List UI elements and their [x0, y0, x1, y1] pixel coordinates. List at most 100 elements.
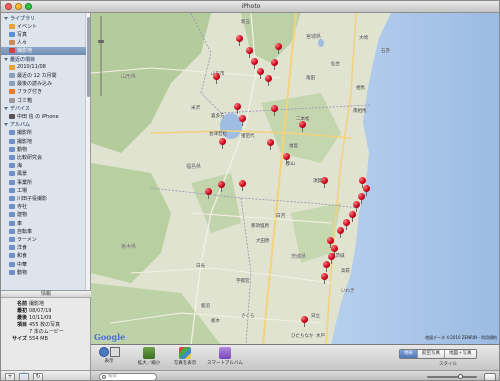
disclosure-triangle-icon[interactable] — [4, 16, 8, 20]
photo-location-pin[interactable] — [321, 273, 328, 284]
recent-item[interactable]: 最近の 12 カ月間 — [1, 71, 86, 79]
map-zoom-control[interactable] — [98, 16, 104, 96]
photo-location-pin[interactable] — [213, 73, 220, 84]
disclosure-triangle-icon[interactable] — [4, 123, 8, 127]
info-panel: 情報 名前 撮影地 最初 08/07/19 最後 10/11/09 項目 455 枚の写真 7 … — [1, 290, 91, 370]
album-item[interactable]: 撮影所 — [1, 129, 86, 137]
recent-item[interactable]: 最後の読み込み — [1, 80, 86, 88]
recent-item[interactable]: フラグ付き — [1, 88, 86, 96]
library-header[interactable]: ライブラリ — [1, 14, 86, 22]
photo-location-pin[interactable] — [301, 316, 308, 327]
photo-location-pin[interactable] — [343, 219, 350, 230]
album-item[interactable]: 寺社 — [1, 203, 86, 211]
photo-location-pin[interactable] — [218, 181, 225, 192]
album-icon — [9, 138, 15, 144]
photo-location-pin[interactable] — [275, 43, 282, 54]
zoom-button[interactable]: 拡大／縮小 — [131, 347, 167, 366]
album-item[interactable]: 風景 — [1, 170, 86, 178]
photo-size-slider[interactable] — [427, 374, 477, 379]
disclosure-triangle-icon[interactable] — [4, 57, 8, 61]
info-row: 最後 10/11/09 — [1, 315, 91, 321]
albums-header[interactable]: アルバム — [1, 121, 86, 129]
album-item[interactable]: 比較研究会 — [1, 153, 86, 161]
city-label: 水戸 — [316, 334, 325, 339]
show-photos-button[interactable]: 写真を表示 — [169, 347, 201, 366]
album-item[interactable]: 自転車 — [1, 227, 86, 235]
map-copyright[interactable]: 地図データ ©2010 ZENRIN - 利用規約 — [425, 335, 497, 341]
album-label: 動物 — [17, 146, 28, 153]
zoom-knob[interactable] — [98, 40, 104, 43]
album-item[interactable]: 海 — [1, 162, 86, 170]
photo-location-pin[interactable] — [321, 177, 328, 188]
city-label: 那須塩原 — [251, 224, 269, 229]
map-terrain — [91, 13, 499, 344]
recent-label: 2010/11/08 — [17, 64, 46, 71]
recent-item[interactable]: ゴミ箱 — [1, 96, 86, 104]
photo-location-pin[interactable] — [265, 75, 272, 86]
photo-location-pin[interactable] — [299, 121, 306, 132]
album-item[interactable]: 川田子役撮影 — [1, 194, 86, 202]
zoom-label: 拡大／縮小 — [137, 361, 161, 366]
section-label: 最近の項目 — [10, 56, 36, 63]
album-item[interactable]: 建物 — [1, 211, 86, 219]
photos-icon — [9, 31, 15, 37]
recent-item[interactable]: 2010/11/08 — [1, 63, 86, 71]
album-label: 風景 — [17, 171, 28, 178]
view-button[interactable]: 表示 — [97, 347, 121, 364]
recent-header[interactable]: 最近の項目 — [1, 55, 86, 63]
library-item[interactable]: 写真 — [1, 30, 86, 38]
smart-album-button[interactable]: スマートアルバム — [203, 347, 247, 366]
photo-location-pin[interactable] — [219, 138, 226, 149]
fullscreen-button[interactable] — [484, 373, 496, 380]
search-field[interactable]: 検索 — [99, 373, 157, 380]
photo-location-pin[interactable] — [267, 139, 274, 150]
photo-location-pin[interactable] — [349, 211, 356, 222]
add-button[interactable]: + — [5, 373, 15, 380]
album-item[interactable]: 洋食 — [1, 244, 86, 252]
photo-location-pin[interactable] — [271, 105, 278, 116]
album-item[interactable]: 車 — [1, 219, 86, 227]
photo-location-pin[interactable] — [337, 227, 344, 238]
photo-location-pin[interactable] — [239, 180, 246, 191]
photo-location-pin[interactable] — [283, 153, 290, 164]
photo-location-pin[interactable] — [239, 115, 246, 126]
devices-header[interactable]: デバイス — [1, 104, 86, 112]
album-item[interactable]: 事業所 — [1, 178, 86, 186]
photo-location-pin[interactable] — [257, 68, 264, 79]
album-label: 寺社 — [17, 204, 28, 211]
map-style-hybrid[interactable]: 地図＋写真 — [445, 350, 476, 358]
pin-head-icon — [323, 261, 330, 268]
photo-location-pin[interactable] — [246, 47, 253, 58]
places-map[interactable]: Google 地図データ ©2010 ZENRIN - 利用規約 山形県 宮城県福… — [91, 13, 499, 345]
album-item[interactable]: 工場 — [1, 186, 86, 194]
info-key: 最後 — [16, 315, 27, 321]
map-style-terrain[interactable]: 地形 — [400, 350, 418, 358]
photo-location-pin[interactable] — [205, 188, 212, 199]
album-item[interactable]: 動物 — [1, 145, 86, 153]
pin-head-icon — [337, 227, 344, 234]
album-item[interactable]: ラーメン — [1, 235, 86, 243]
library-item[interactable]: イベント — [1, 22, 86, 30]
city-label: 角田 — [306, 76, 315, 81]
disclosure-triangle-icon[interactable] — [4, 106, 8, 110]
device-item[interactable]: 中田 信 の iPhone — [1, 112, 86, 120]
album-item[interactable]: 動物 — [1, 268, 86, 276]
photo-location-pin[interactable] — [323, 261, 330, 272]
sidebar-scroll-thumb[interactable] — [87, 17, 90, 97]
library-item[interactable]: 撮影地 — [1, 46, 86, 55]
map-style-satellite[interactable]: 航空写真 — [418, 350, 445, 358]
photo-location-pin[interactable] — [271, 59, 278, 70]
photo-location-pin[interactable] — [236, 35, 243, 46]
photo-location-pin[interactable] — [234, 103, 241, 114]
album-label: 建物 — [17, 212, 28, 219]
album-item[interactable]: 中華 — [1, 260, 86, 268]
album-item[interactable]: 撮影地 — [1, 137, 86, 145]
rotate-button[interactable]: ↻ — [33, 373, 43, 380]
info-button[interactable]: ⓘ — [19, 373, 29, 380]
slider-knob[interactable] — [457, 374, 463, 379]
pin-head-icon — [301, 316, 308, 323]
album-icon — [9, 212, 15, 218]
map-style-segmented[interactable]: 地形 航空写真 地図＋写真 — [399, 349, 477, 359]
album-item[interactable]: 和食 — [1, 252, 86, 260]
library-item[interactable]: 人々 — [1, 39, 86, 47]
